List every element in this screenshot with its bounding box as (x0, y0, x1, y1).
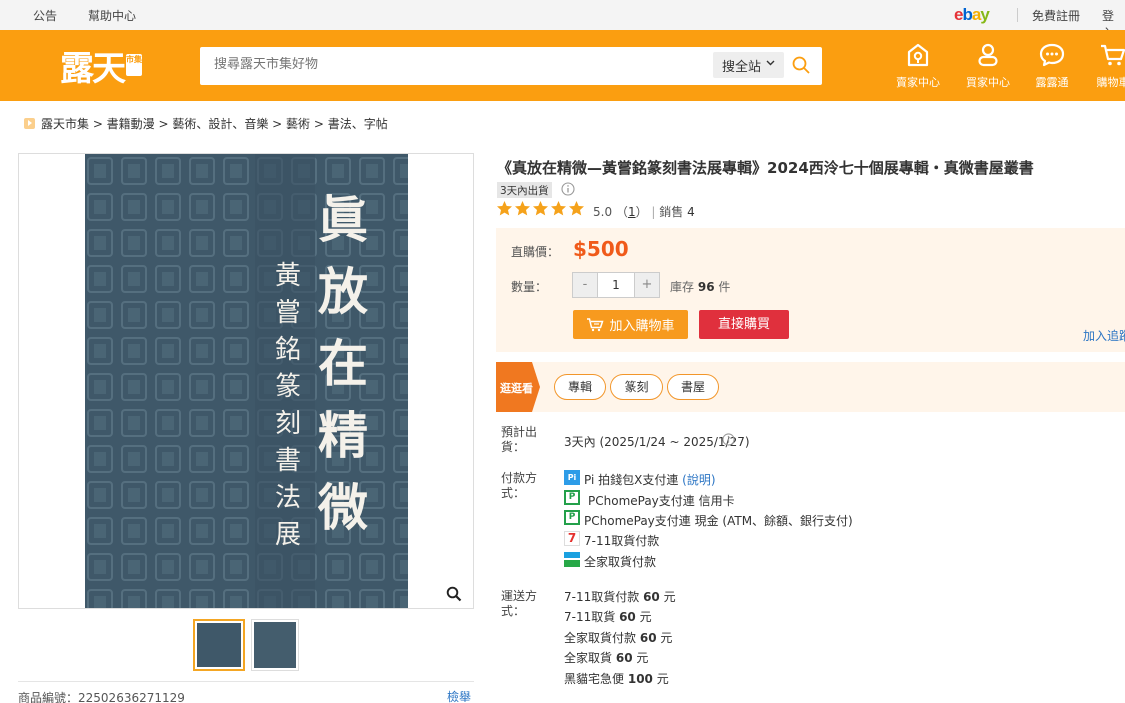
thumbnail-1[interactable] (193, 619, 245, 671)
report-link[interactable]: 檢舉 (447, 688, 471, 703)
quantity-stepper: - 1 + (572, 272, 660, 298)
cart-button[interactable]: 購物車 (1083, 42, 1125, 90)
quantity-plus-button[interactable]: + (635, 273, 659, 297)
product-title: 《真放在精微—黃嘗銘篆刻書法展專輯》2024西泠七十個展專輯・真微書屋叢書 (497, 159, 1034, 177)
seller-center-button[interactable]: 賣家中心 (888, 42, 948, 90)
search-scope-dropdown[interactable]: 搜全站 (713, 52, 784, 78)
thumbnail-2[interactable] (251, 619, 299, 671)
payment-label: 付款方式： (501, 471, 538, 500)
ebay-logo[interactable]: ebay (954, 5, 990, 25)
search-icon[interactable] (791, 55, 811, 75)
book-cover-image: 眞放在精微 黃嘗銘篆刻書法展 (85, 154, 408, 608)
pchomepay-icon: P (564, 490, 580, 505)
user-icon (978, 43, 998, 67)
shipping-option: 全家取貨付款 60 元 (564, 631, 673, 645)
payment-option: 全家取貨付款 (584, 555, 657, 569)
add-to-cart-button[interactable]: 加入購物車 (573, 310, 688, 339)
payment-option: Pi 拍錢包X支付連 (說明) (584, 473, 716, 487)
rating-summary: 5.0 （1） | 銷售 4 (593, 205, 695, 219)
seven-eleven-icon: 7 (564, 531, 580, 546)
buy-now-button[interactable]: 直接購買 (699, 310, 789, 339)
site-logo[interactable]: 露天 市集 (60, 42, 142, 89)
cover-main-title: 眞放在精微 (318, 190, 368, 537)
product-image[interactable]: 眞放在精微 黃嘗銘篆刻書法展 (18, 153, 474, 609)
review-count-link[interactable]: 1 (628, 205, 636, 219)
logo-badge: 市集 (126, 54, 142, 76)
breadcrumb[interactable]: 露天市集 > 書籍動漫 > 藝術、設計、音樂 > 藝術 > 書法、字帖 (24, 115, 388, 132)
ship-badge: 3天內出貨 (497, 182, 552, 198)
shipping-option: 7-11取貨付款 60 元 (564, 590, 676, 604)
tag-seal-carving[interactable]: 篆刻 (610, 374, 663, 400)
shipping-option: 全家取貨 60 元 (564, 651, 649, 665)
star-icon (497, 201, 584, 216)
register-link[interactable]: 免費註冊 (1032, 7, 1080, 24)
payment-option: 7-11取貨付款 (584, 534, 660, 548)
shipping-option: 7-11取貨 60 元 (564, 610, 652, 624)
pi-wallet-icon: Pi (564, 470, 580, 485)
quantity-label: 數量： (511, 280, 548, 294)
top-bar: 公告 幫助中心 ebay 免費註冊 登入 (0, 0, 1125, 40)
delivery-label: 預計出貨： (501, 425, 538, 454)
shop-icon (907, 43, 929, 67)
cover-subtitle: 黃嘗銘篆刻書法展 (274, 261, 301, 550)
follow-link[interactable]: 加入追蹤 (1083, 327, 1125, 344)
price-label: 直購價： (511, 245, 560, 259)
chevron-down-icon (766, 60, 775, 66)
cart-icon (1101, 44, 1125, 66)
tag-bar: 逛逛看 專輯 篆刻 書屋 (496, 362, 1125, 412)
price-value: $500 (573, 237, 629, 261)
shipping-label: 運送方式： (501, 589, 538, 618)
divider (1017, 8, 1018, 22)
chat-icon (1039, 43, 1065, 67)
zoom-icon[interactable] (446, 586, 462, 602)
help-center-link[interactable]: 幫助中心 (88, 7, 136, 24)
stock-info: 庫存 96 件 (670, 280, 731, 294)
family-mart-icon: F (564, 552, 580, 567)
info-icon[interactable] (722, 433, 735, 446)
thumbnail-image (254, 622, 296, 668)
buyer-center-button[interactable]: 買家中心 (958, 42, 1018, 90)
payment-option: PChomePay支付連 信用卡 (588, 494, 735, 508)
shipping-option: 黑貓宅急便 100 元 (564, 672, 669, 686)
thumbnail-image (197, 623, 241, 667)
payment-option: PChomePay支付連 現金 (ATM、餘額、銀行支付) (584, 514, 853, 528)
payment-info-link[interactable]: (說明) (682, 473, 715, 487)
cart-icon (587, 317, 605, 331)
announcement-link[interactable]: 公告 (33, 7, 57, 24)
pchomepay-icon: P (564, 510, 580, 525)
search-input[interactable] (214, 57, 694, 72)
site-header: 露天 市集 賣家中心 買家中心 露露通 購物車 (0, 30, 1125, 101)
tag-album[interactable]: 專輯 (554, 374, 606, 400)
info-icon[interactable] (561, 182, 575, 196)
lulutong-button[interactable]: 露露通 (1022, 42, 1082, 90)
rating-stars (496, 200, 586, 217)
tag-ribbon-label: 逛逛看 (500, 382, 533, 395)
product-number: 商品編號：22502636271129 (18, 681, 474, 703)
play-icon (24, 118, 35, 129)
tag-bookstore[interactable]: 書屋 (667, 374, 719, 400)
quantity-input[interactable]: 1 (597, 273, 635, 297)
price-panel: 直購價： $500 數量： - 1 + 庫存 96 件 加入購物車 直接購買 加… (496, 228, 1125, 352)
quantity-minus-button[interactable]: - (573, 273, 597, 297)
